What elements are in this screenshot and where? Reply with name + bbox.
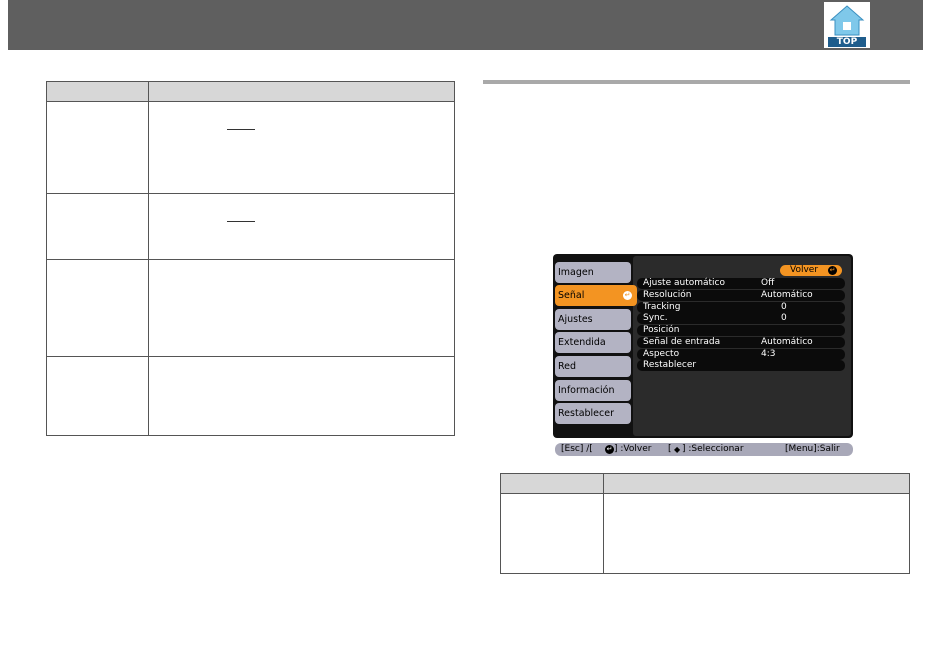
menu-tab-label: Imagen: [558, 267, 594, 278]
row-value: 4:3: [761, 349, 776, 359]
left-table-row-divider: [47, 193, 454, 194]
menu-row-aspecto[interactable]: Aspecto 4:3: [637, 349, 845, 360]
projector-menu: Imagen Señal ↵ Ajustes Extendida Red Info…: [553, 254, 853, 438]
row-value: Automático: [761, 337, 813, 347]
back-button-label: Volver: [790, 265, 819, 275]
status-back-suffix: ] :Volver: [614, 444, 652, 454]
row-label: Sync.: [643, 313, 668, 323]
menu-tab-senal[interactable]: Señal ↵: [555, 285, 637, 306]
menu-tab-extendida[interactable]: Extendida: [555, 332, 631, 353]
row-value: 0: [781, 302, 787, 312]
menu-row-restablecer[interactable]: Restablecer: [637, 360, 845, 371]
menu-tab-restablecer[interactable]: Restablecer: [555, 403, 631, 424]
menu-row-ajuste-automatico[interactable]: Ajuste automático Off: [637, 278, 845, 289]
right-table-header: [501, 474, 909, 494]
status-exit: [Menu]:Salir: [785, 444, 840, 454]
left-table-row-divider: [47, 259, 454, 260]
menu-tab-label: Restablecer: [558, 408, 615, 419]
left-table: [46, 81, 455, 436]
menu-tab-label: Información: [558, 385, 615, 396]
row-label: Restablecer: [643, 360, 697, 370]
left-table-row-divider: [47, 356, 454, 357]
right-table-column-divider: [603, 474, 604, 573]
left-table-header: [47, 82, 454, 102]
enter-icon: ↵: [828, 266, 837, 275]
up-down-arrow-icon: ◆: [674, 445, 681, 454]
underline-mark: [227, 221, 255, 222]
top-header-bar: [8, 0, 923, 50]
menu-row-resolucion[interactable]: Resolución Automático: [637, 290, 845, 301]
menu-tab-informacion[interactable]: Información: [555, 380, 631, 401]
menu-status-bar: [Esc] /[ ↵ ] :Volver [ ◆ ] :Seleccionar …: [555, 443, 853, 456]
menu-row-sync[interactable]: Sync. 0: [637, 313, 845, 324]
menu-tab-label: Red: [558, 361, 577, 372]
row-value: 0: [781, 313, 787, 323]
row-value: Automático: [761, 290, 813, 300]
enter-icon: ↵: [623, 291, 632, 300]
top-home-logo[interactable]: TOP: [824, 2, 870, 48]
menu-row-senal-de-entrada[interactable]: Señal de entrada Automático: [637, 337, 845, 348]
row-label: Ajuste automático: [643, 278, 725, 288]
right-table: [500, 473, 910, 574]
row-label: Tracking: [643, 302, 681, 312]
row-label: Señal de entrada: [643, 337, 721, 347]
status-select-prefix: [: [668, 444, 672, 454]
menu-tab-imagen[interactable]: Imagen: [555, 262, 631, 283]
row-value: Off: [761, 278, 775, 288]
menu-tab-label: Señal: [558, 290, 585, 301]
status-back-prefix: [Esc] /[: [561, 444, 593, 454]
menu-tab-label: Extendida: [558, 337, 606, 348]
row-label: Resolución: [643, 290, 692, 300]
menu-row-tracking[interactable]: Tracking 0: [637, 302, 845, 313]
row-label: Posición: [643, 325, 680, 335]
row-label: Aspecto: [643, 349, 680, 359]
status-select-suffix: ] :Seleccionar: [682, 444, 744, 454]
top-logo-label: TOP: [836, 37, 858, 47]
underline-mark: [227, 129, 255, 130]
menu-row-posicion[interactable]: Posición: [637, 325, 845, 336]
menu-tab-label: Ajustes: [558, 314, 593, 325]
menu-tab-red[interactable]: Red: [555, 356, 631, 377]
back-button[interactable]: Volver ↵: [780, 265, 842, 276]
section-rule: [483, 80, 910, 84]
enter-icon: ↵: [605, 445, 614, 454]
menu-tab-ajustes[interactable]: Ajustes: [555, 309, 631, 330]
